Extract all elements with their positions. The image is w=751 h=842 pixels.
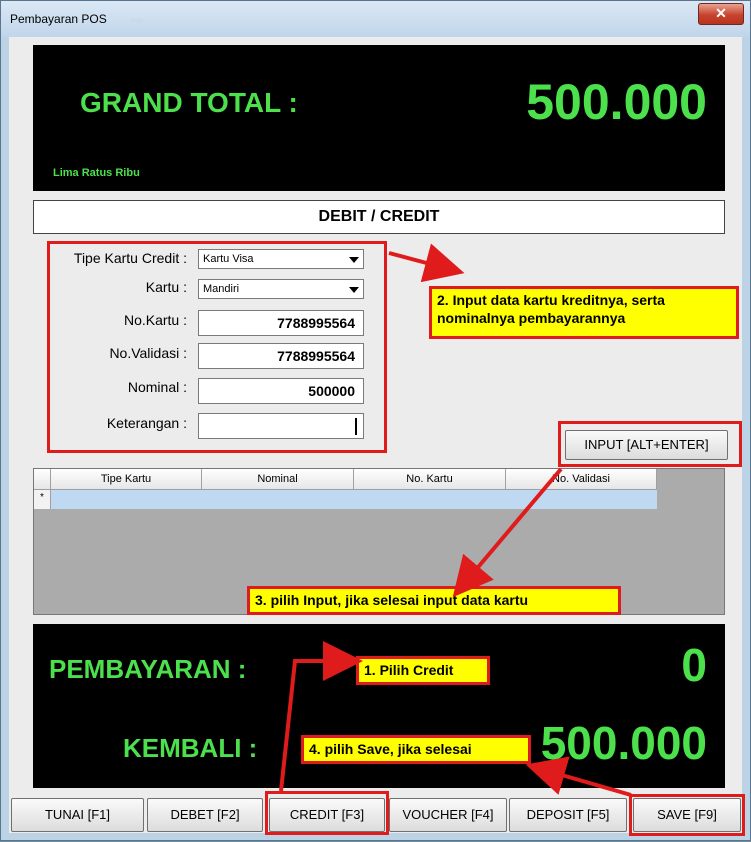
annotation-arrows bbox=[279, 243, 632, 797]
pos-payment-window: Pembayaran POS ... ✕ GRAND TOTAL : 500.0… bbox=[0, 0, 751, 841]
arrow-to-step-4 bbox=[525, 756, 632, 797]
arrow-to-step-1 bbox=[279, 641, 363, 792]
arrow-to-step-3 bbox=[452, 467, 563, 598]
arrow-to-step-2 bbox=[388, 243, 465, 283]
